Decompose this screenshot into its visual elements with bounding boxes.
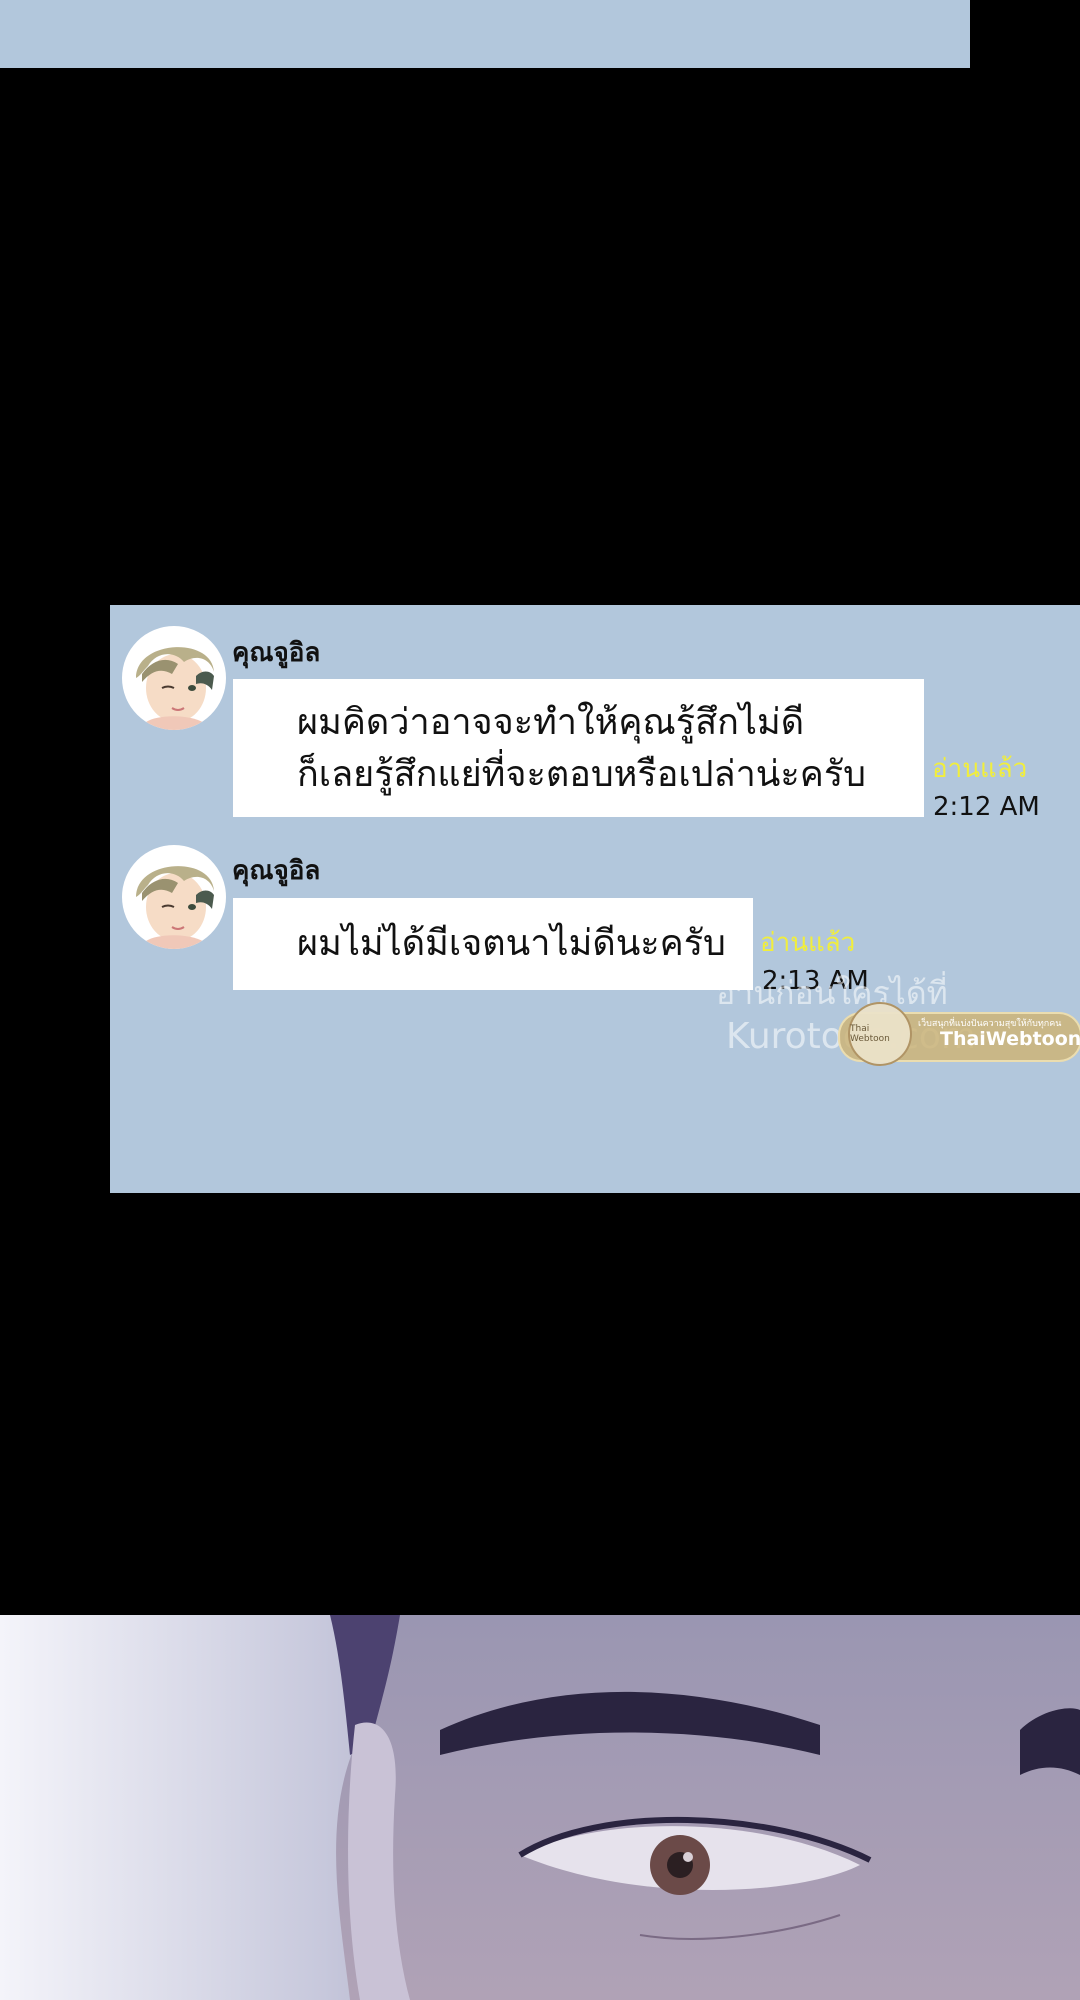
sender-name: คุณจูอิล (232, 856, 321, 886)
comic-art-panel (0, 1615, 1080, 2000)
message-text-line: ผมคิดว่าอาจจะทำให้คุณรู้สึกไม่ดี (297, 702, 805, 743)
watermark-badge: Thai Webtoon เว็บสนุกที่แบ่งปันความสุขให… (838, 1002, 1080, 1066)
watermark-logo-icon: Thai Webtoon (848, 1002, 912, 1066)
sender-avatar (122, 626, 226, 730)
message-text-line: ผมไม่ได้มีเจตนาไม่ดีนะครับ (297, 923, 726, 964)
message-time: 2:12 AM (933, 792, 1040, 822)
message-bubble: ผมคิดว่าอาจจะทำให้คุณรู้สึกไม่ดี ก็เลยรู… (233, 679, 924, 817)
sender-name: คุณจูอิล (232, 638, 321, 668)
watermark-brand: ThaiWebtoon (940, 1028, 1080, 1050)
message-bubble: ผมไม่ได้มีเจตนาไม่ดีนะครับ (233, 898, 753, 990)
sender-avatar (122, 845, 226, 949)
message-text-line: ก็เลยรู้สึกแย่ที่จะตอบหรือเปล่าน่ะครับ (297, 754, 867, 795)
read-status: อ่านแล้ว (760, 928, 856, 958)
previous-panel-strip (0, 0, 970, 68)
read-status: อ่านแล้ว (932, 754, 1028, 784)
